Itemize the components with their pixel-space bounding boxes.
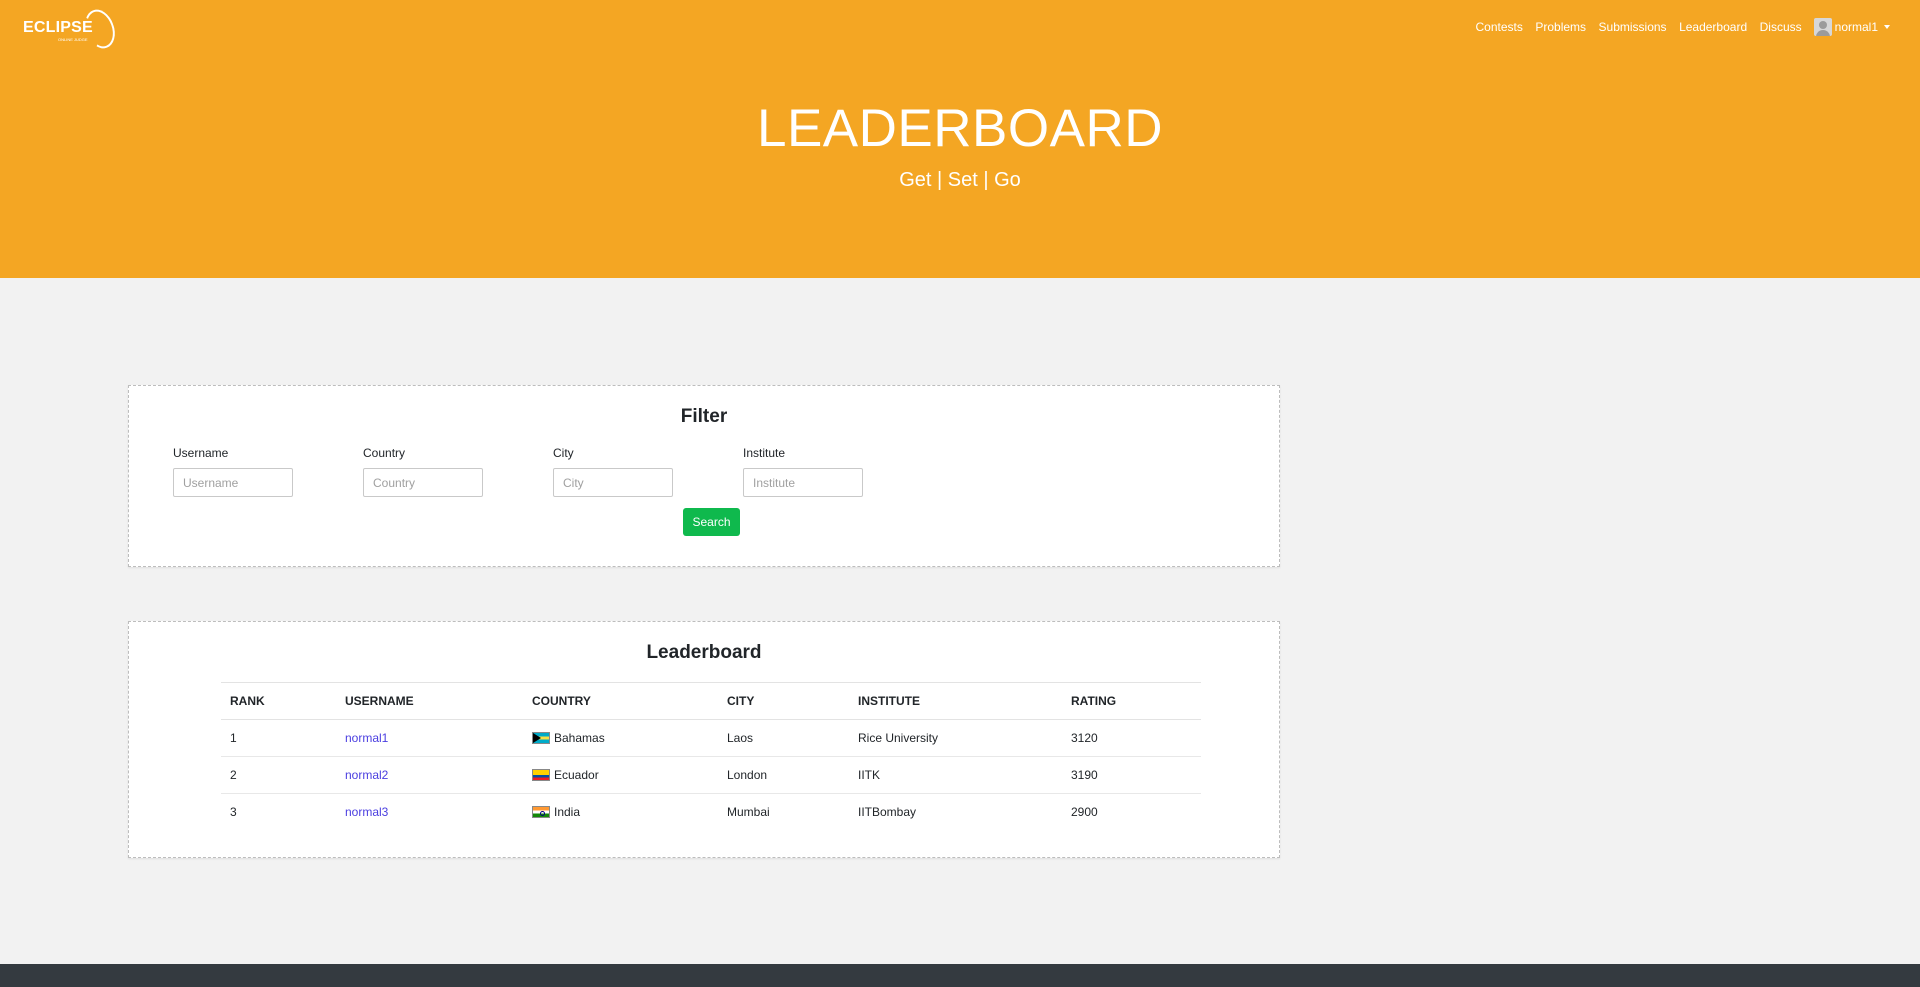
table-header-row: RANK USERNAME COUNTRY CITY INSTITUTE RAT… — [221, 682, 1201, 720]
eclipse-logo[interactable]: ECLIPSE ONLINE JUDGE — [22, 5, 120, 53]
institute-label: Institute — [743, 446, 786, 460]
leaderboard-title: Leaderboard — [646, 642, 762, 663]
logo-text: ECLIPSE — [23, 19, 93, 36]
user-menu[interactable]: normal1 — [1813, 18, 1890, 36]
city-cell: Laos — [718, 719, 849, 757]
table-row: 2 normal2 Ecuador London IITK 3190 — [221, 756, 1201, 794]
username-filter: Username — [173, 446, 293, 497]
table-row: 3 normal3 India Mumbai IITBombay 2900 — [221, 794, 1201, 831]
table-row: 1 normal1 Bahamas Laos Rice University 3… — [221, 719, 1201, 757]
country-cell: Bahamas — [523, 719, 718, 757]
nav-problems[interactable]: Problems — [1535, 20, 1586, 34]
ecuador-flag-icon — [532, 769, 550, 781]
city-label: City — [553, 446, 574, 460]
caret-down-icon — [1884, 25, 1890, 29]
rank-cell: 3 — [230, 805, 237, 820]
leaderboard-card: Leaderboard RANK USERNAME COUNTRY CITY I… — [128, 621, 1280, 858]
rating-cell: 3190 — [1062, 756, 1201, 794]
city-cell: Mumbai — [727, 805, 770, 820]
logo-arc-icon — [80, 5, 120, 53]
column-header-rank: RANK — [221, 682, 336, 720]
country-cell: Ecuador — [523, 756, 718, 794]
institute-filter: Institute — [743, 446, 863, 497]
rank-cell: 2 — [221, 756, 336, 794]
column-header-institute: INSTITUTE — [849, 682, 1062, 720]
country-name: Bahamas — [554, 731, 605, 745]
search-button[interactable]: Search — [683, 508, 740, 536]
hero-banner: ECLIPSE ONLINE JUDGE Contests Problems S… — [0, 0, 1920, 278]
leaderboard-table: RANK USERNAME COUNTRY CITY INSTITUTE RAT… — [221, 682, 1201, 831]
city-input[interactable] — [553, 468, 673, 497]
column-header-city: CITY — [718, 682, 849, 720]
country-filter: Country — [363, 446, 483, 497]
page-title: LEADERBOARD — [756, 99, 1164, 158]
institute-cell: Rice University — [849, 719, 1062, 757]
institute-cell: IITBombay — [858, 805, 917, 820]
city-cell: London — [718, 756, 849, 794]
column-header-country: COUNTRY — [523, 682, 718, 720]
institute-cell: IITK — [849, 756, 1062, 794]
username-label: Username — [173, 446, 229, 460]
username-cell: normal1 — [336, 719, 523, 757]
username-cell: normal3 — [336, 794, 523, 831]
country-label: Country — [363, 446, 406, 460]
filter-title: Filter — [680, 406, 728, 427]
nav-contests[interactable]: Contests — [1475, 20, 1522, 34]
filter-card: Filter Username Country City Institute S… — [128, 385, 1280, 567]
username-input[interactable] — [173, 468, 293, 497]
nav-leaderboard[interactable]: Leaderboard — [1679, 20, 1747, 34]
username-link[interactable]: normal3 — [345, 805, 388, 819]
page-subtitle: Get | Set | Go — [899, 169, 1021, 191]
page-footer — [0, 964, 1920, 987]
rank-cell: 1 — [221, 719, 336, 757]
nav-discuss[interactable]: Discuss — [1760, 20, 1802, 34]
india-flag-icon — [532, 806, 550, 819]
logo-subtext: ONLINE JUDGE — [58, 37, 88, 42]
city-filter: City — [553, 446, 673, 497]
rating-cell: 3120 — [1062, 719, 1201, 757]
bahamas-flag-icon — [532, 732, 550, 744]
username-link[interactable]: normal2 — [345, 768, 388, 782]
username-cell: normal2 — [336, 756, 523, 794]
nav-submissions[interactable]: Submissions — [1599, 20, 1667, 34]
country-input[interactable] — [363, 468, 483, 497]
user-name: normal1 — [1834, 20, 1878, 34]
column-header-rating: RATING — [1062, 682, 1201, 720]
country-name: India — [554, 805, 581, 820]
institute-input[interactable] — [743, 468, 863, 497]
top-nav: Contests Problems Submissions Leaderboar… — [1463, 17, 1890, 37]
username-link[interactable]: normal1 — [345, 731, 388, 745]
avatar-icon — [1813, 18, 1832, 36]
column-header-username: USERNAME — [336, 682, 523, 720]
rating-cell: 2900 — [1071, 805, 1098, 820]
country-name: Ecuador — [554, 768, 599, 782]
country-cell: India — [523, 794, 718, 831]
